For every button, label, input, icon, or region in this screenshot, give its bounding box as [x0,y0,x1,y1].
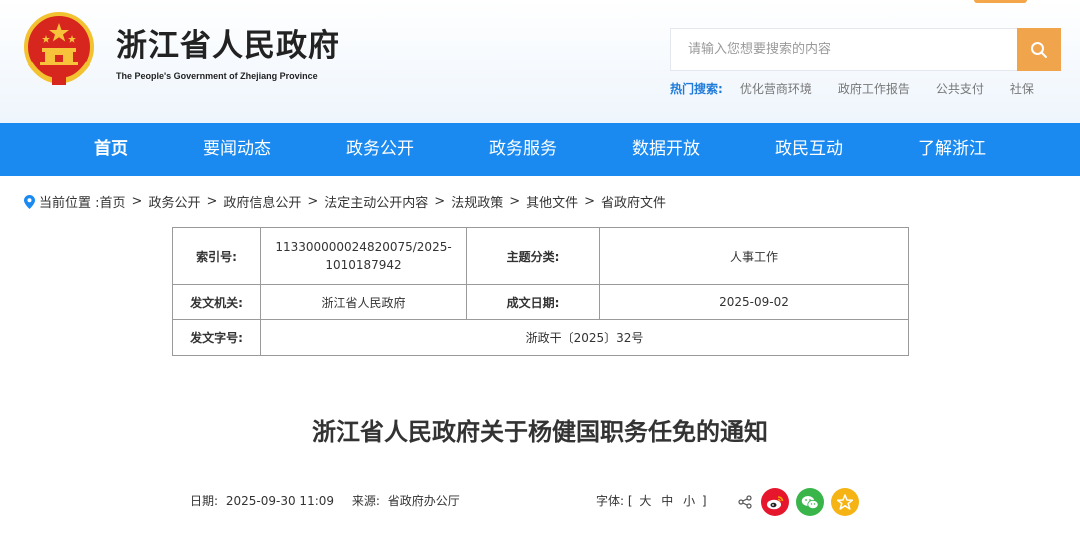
weibo-share-button[interactable] [761,488,789,516]
favorite-icon [837,494,853,510]
font-size-small[interactable]: 小 [683,494,695,508]
source-value: 省政府办公厅 [387,494,460,508]
date-value: 2025-09-02 [599,284,909,320]
share-icon[interactable] [738,495,752,509]
issuer-value: 浙江省人民政府 [260,284,467,320]
breadcrumb-separator: > [131,194,143,209]
breadcrumb-item[interactable]: 法定主动公开内容 [324,192,428,211]
breadcrumb-item[interactable]: 省政府文件 [601,192,666,211]
font-size-label: 字体: [596,494,625,508]
breadcrumb-prefix: 当前位置 : [39,196,100,211]
source-label: 来源: [351,494,380,508]
wechat-share-button[interactable] [796,488,824,516]
main-nav: 首页 要闻动态 政务公开 政务服务 数据开放 政民互动 了解浙江 [0,123,1080,176]
date-label: 成文日期: [466,284,600,320]
national-emblem-icon [24,12,94,85]
font-size-large[interactable]: 大 [639,494,651,508]
index-label: 索引号: [172,227,261,285]
docno-label: 发文字号: [172,319,261,356]
issuer-label: 发文机关: [172,284,261,320]
nav-item-home[interactable]: 首页 [94,123,128,176]
topic-value: 人事工作 [599,227,909,285]
site-subtitle: The People's Government of Zhejiang Prov… [116,71,318,81]
nav-item-interaction[interactable]: 政民互动 [775,123,843,176]
publish-date-value: 2025-09-30 11:09 [225,494,335,508]
topic-label: 主题分类: [466,227,600,285]
search-box [670,28,1017,71]
document-info-table: 索引号: 113300000024820075/2025-1010187942 … [172,227,909,356]
breadcrumb-separator: > [584,194,596,209]
location-pin-icon [24,194,35,209]
hot-search-label: 热门搜索: [670,82,723,96]
search-input[interactable] [671,29,1017,70]
hot-search-item[interactable]: 社保 [1010,80,1034,97]
breadcrumb-item[interactable]: 法规政策 [451,192,503,211]
index-value: 113300000024820075/2025-1010187942 [260,227,467,285]
nav-item-gov-services[interactable]: 政务服务 [489,123,557,176]
breadcrumb-item[interactable]: 政务公开 [148,192,200,211]
wechat-icon [801,495,819,509]
breadcrumb-separator: > [206,194,218,209]
publish-date-label: 日期: [190,494,219,508]
hot-search-item[interactable]: 优化营商环境 [740,80,812,97]
font-bracket-close: ] [701,494,707,508]
search-button[interactable] [1017,28,1061,71]
document-title: 浙江省人民政府关于杨健国职务任免的通知 [312,418,768,446]
top-tab[interactable] [974,0,1027,3]
font-size-medium[interactable]: 中 [661,494,673,508]
breadcrumb-item[interactable]: 政府信息公开 [223,192,301,211]
font-bracket-open: [ [627,494,633,508]
font-size-switcher: 字体: [ 大 中 小 ] [596,492,707,509]
hot-search-item[interactable]: 政府工作报告 [838,80,910,97]
breadcrumb-item[interactable]: 其他文件 [526,192,578,211]
nav-item-news[interactable]: 要闻动态 [203,123,271,176]
weibo-icon [767,495,784,509]
favorite-button[interactable] [831,488,859,516]
breadcrumb-separator: > [509,194,521,209]
hot-search-item[interactable]: 公共支付 [936,80,984,97]
nav-item-open-data[interactable]: 数据开放 [632,123,700,176]
site-header: 浙江省人民政府 The People's Government of Zheji… [0,0,1080,123]
breadcrumb-item[interactable]: 首页 [100,192,126,211]
share-bar [738,488,866,516]
breadcrumb-separator: > [307,194,319,209]
breadcrumb: 当前位置 : 首页 > 政务公开 > 政府信息公开 > 法定主动公开内容 > 法… [24,192,666,211]
document-meta: 日期: 2025-09-30 11:09 来源: 省政府办公厅 [190,492,464,509]
hot-search: 热门搜索: 优化营商环境 政府工作报告 公共支付 社保 [670,80,1060,97]
docno-value: 浙政干〔2025〕32号 [260,319,909,356]
search-icon [1031,41,1047,58]
site-title: 浙江省人民政府 [116,28,340,64]
nav-item-gov-affairs-open[interactable]: 政务公开 [346,123,414,176]
nav-item-about-zhejiang[interactable]: 了解浙江 [918,123,986,176]
breadcrumb-separator: > [434,194,446,209]
